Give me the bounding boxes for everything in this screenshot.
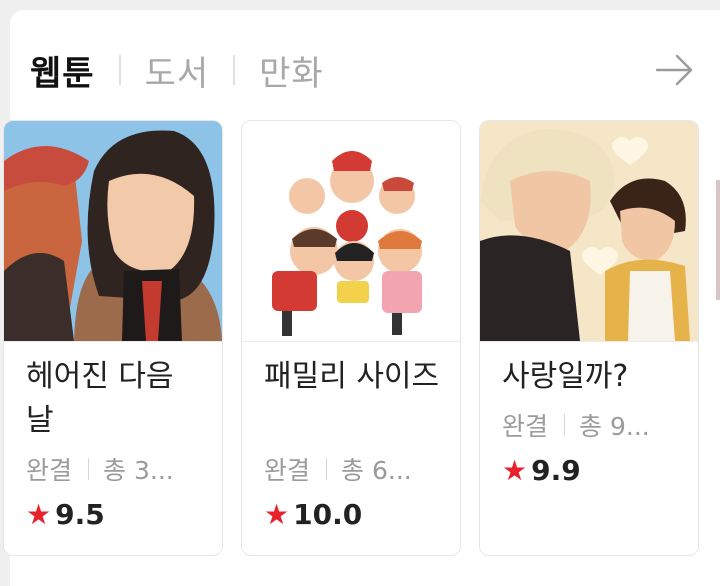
tab-comics[interactable]: 만화 <box>259 46 324 95</box>
webtoon-title[interactable]: 패밀리 사이즈 <box>264 355 444 399</box>
episode-count: 총 9... <box>579 412 650 441</box>
rating: ★ 9.9 <box>502 454 581 487</box>
meta-divider <box>326 458 328 480</box>
webtoon-thumbnail-2[interactable] <box>242 121 460 342</box>
rating-value: 9.5 <box>55 498 105 531</box>
rating-value: 9.9 <box>531 454 581 487</box>
webtoon-card-3[interactable]: 사랑일까? 완결 총 9... ★ 9.9 <box>479 120 699 556</box>
webtoon-title[interactable]: 사랑일까? <box>502 355 682 399</box>
next-card-peek <box>716 180 720 300</box>
star-icon: ★ <box>26 498 52 531</box>
category-tabs: 웹툰 도서 만화 <box>30 46 324 95</box>
meta-divider <box>88 458 90 480</box>
tab-webtoon[interactable]: 웹툰 <box>30 46 95 95</box>
rating: ★ 9.5 <box>26 498 105 531</box>
status-label: 완결 <box>502 412 549 441</box>
status-label: 완결 <box>26 456 73 485</box>
episode-count: 총 6... <box>341 456 412 485</box>
episode-count: 총 3... <box>103 456 174 485</box>
webtoon-meta: 완결 총 6... <box>264 451 412 487</box>
webtoon-meta: 완결 총 3... <box>26 451 174 487</box>
rating: ★ 10.0 <box>264 498 362 531</box>
tab-divider <box>233 55 236 85</box>
webtoon-thumbnail-1[interactable] <box>4 121 222 342</box>
star-icon: ★ <box>264 498 290 531</box>
meta-divider <box>564 414 566 436</box>
webtoon-card-1[interactable]: 헤어진 다음 날 완결 총 3... ★ 9.5 <box>3 120 223 556</box>
tab-divider <box>118 55 121 85</box>
webtoon-meta: 완결 총 9... <box>502 407 650 443</box>
webtoon-card-2[interactable]: 패밀리 사이즈 완결 총 6... ★ 10.0 <box>241 120 461 556</box>
status-label: 완결 <box>264 456 311 485</box>
arrow-right-icon[interactable] <box>655 50 695 90</box>
tab-books[interactable]: 도서 <box>145 46 210 95</box>
rating-value: 10.0 <box>293 498 363 531</box>
webtoon-title[interactable]: 헤어진 다음 날 <box>26 355 206 443</box>
star-icon: ★ <box>502 454 528 487</box>
webtoon-thumbnail-3[interactable] <box>480 121 698 342</box>
